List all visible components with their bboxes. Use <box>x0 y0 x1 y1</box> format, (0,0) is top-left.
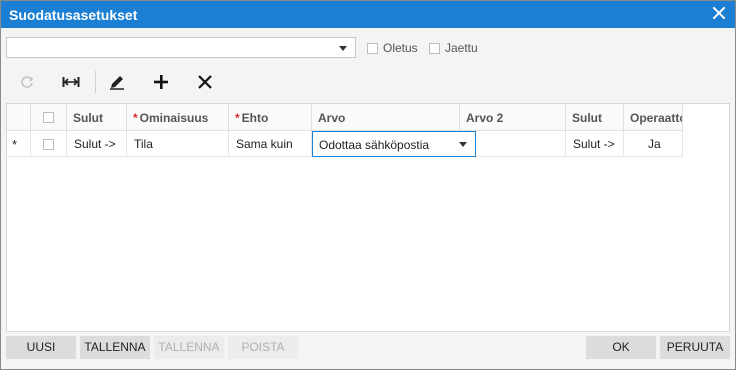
default-checkbox[interactable] <box>367 43 378 54</box>
delete-icon[interactable] <box>194 72 216 92</box>
column-header-close-bracket[interactable]: Sulut <box>566 104 624 131</box>
filter-grid: Sulut * Ominaisuus * Ehto Arvo Arvo 2 Sulu… <box>6 103 730 332</box>
fit-columns-icon[interactable] <box>60 72 82 92</box>
row-operator[interactable]: Ja <box>624 131 683 157</box>
row-value: Odottaa sähköpostia <box>319 138 430 152</box>
refresh-icon[interactable] <box>16 72 38 92</box>
new-button[interactable]: UUSI <box>6 336 76 359</box>
column-header-value2[interactable]: Arvo 2 <box>460 104 566 131</box>
header-row-marker <box>7 104 31 131</box>
toolbar-separator <box>95 71 96 93</box>
required-marker: * <box>133 111 138 125</box>
row-close-bracket[interactable]: Sulut -> <box>566 131 624 157</box>
add-icon[interactable] <box>150 72 172 92</box>
chevron-down-icon[interactable] <box>339 46 347 51</box>
shared-label: Jaettu <box>445 41 478 55</box>
shared-checkbox[interactable] <box>429 43 440 54</box>
chevron-down-icon[interactable] <box>459 142 467 147</box>
row-open-bracket[interactable]: Sulut -> <box>67 131 127 157</box>
row-select-cell <box>31 131 67 157</box>
row-value-dropdown[interactable]: Odottaa sähköpostia <box>312 131 476 157</box>
close-icon[interactable] <box>711 5 727 21</box>
default-label: Oletus <box>383 41 418 55</box>
dialog-titlebar: Suodatusasetukset <box>1 1 735 28</box>
dialog-title: Suodatusasetukset <box>9 7 138 23</box>
ok-button[interactable]: OK <box>586 336 656 359</box>
column-header-property[interactable]: * Ominaisuus <box>127 104 229 131</box>
save-button[interactable]: TALLENNA <box>80 336 150 359</box>
row-checkbox[interactable] <box>43 139 54 150</box>
column-header-open-bracket[interactable]: Sulut <box>67 104 127 131</box>
save-as-button[interactable]: TALLENNA <box>154 336 224 359</box>
required-marker: * <box>235 111 240 125</box>
cancel-button[interactable]: PERUUTA <box>660 336 730 359</box>
row-new-marker: * <box>7 131 31 157</box>
column-header-condition[interactable]: * Ehto <box>229 104 312 131</box>
filter-settings-dialog: Suodatusasetukset Oletus Jaettu Sulut * O… <box>0 0 736 370</box>
column-header-value[interactable]: Arvo <box>312 104 460 131</box>
row-property[interactable]: Tila <box>127 131 229 157</box>
column-header-operator[interactable]: Operaattori <box>624 104 683 131</box>
row-condition[interactable]: Sama kuin <box>229 131 312 157</box>
filter-select[interactable] <box>6 37 356 58</box>
row-value2[interactable] <box>476 131 566 157</box>
delete-button[interactable]: POISTA <box>228 336 298 359</box>
edit-icon[interactable] <box>106 72 128 92</box>
header-select-all <box>31 104 67 131</box>
select-all-checkbox[interactable] <box>43 112 54 123</box>
